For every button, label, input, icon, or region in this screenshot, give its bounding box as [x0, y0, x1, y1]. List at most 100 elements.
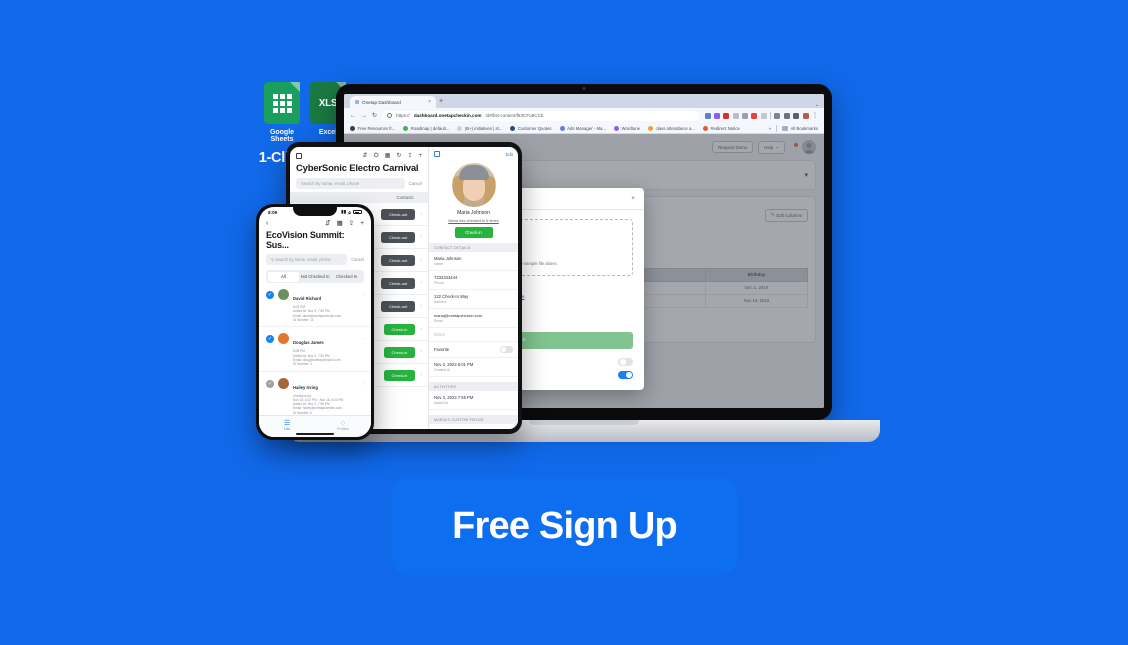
check-in-button[interactable]: Check-in [383, 346, 416, 358]
extension-icon[interactable] [774, 112, 781, 119]
extension-icon[interactable] [732, 112, 739, 119]
checkin-toggle-icon[interactable]: ✓ [266, 291, 274, 299]
bookmark-item[interactable]: Redirect Notice [703, 125, 740, 131]
share-icon[interactable]: ⇪ [349, 219, 354, 227]
add-icon[interactable]: + [360, 220, 364, 227]
edit-button[interactable]: Edit [506, 152, 513, 157]
check-in-button[interactable]: Check-in [383, 369, 416, 381]
bookmark-item[interactable]: class attendance a... [648, 125, 695, 131]
chevron-right-icon[interactable]: › [420, 211, 422, 217]
url-input[interactable]: https://dashboard.onetapcheckin.com/d#/l… [382, 110, 700, 121]
tablet-search-cancel[interactable]: Cancel [409, 181, 422, 186]
chevron-right-icon[interactable]: › [420, 326, 422, 332]
extension-icon[interactable] [760, 112, 767, 119]
favorite-toggle[interactable] [500, 346, 513, 353]
bookmarks-overflow-icon[interactable]: » [769, 126, 771, 131]
google-sheets-label: Google Sheets [269, 129, 295, 143]
search-input[interactable]: ⚲ Search by name, email, phone [266, 254, 348, 265]
forward-icon[interactable]: → [361, 113, 367, 119]
check-out-button[interactable]: Check-out [381, 300, 416, 312]
laptop-camera-notch [538, 84, 630, 93]
tablet-search-input[interactable]: Search by name, email, phone [296, 178, 405, 189]
downloads-icon[interactable] [783, 112, 790, 119]
phone-search-row: ⚲ Search by name, email, phone Cancel [259, 250, 371, 265]
field-phone[interactable]: 7232343444 Phone [429, 271, 518, 290]
extension-icon[interactable] [713, 112, 720, 119]
scan-icon[interactable]: ▦ [337, 219, 343, 227]
chevron-right-icon[interactable]: › [363, 381, 365, 386]
chevron-right-icon[interactable]: › [363, 336, 365, 341]
extension-icon[interactable] [742, 112, 749, 119]
chevron-right-icon[interactable]: › [420, 257, 422, 263]
phone-mockup: 8:09 ▮▮ ⍝ ‹ ⇵ ▦ ⇪ + EcoVision Summit: Su… [256, 204, 374, 440]
all-bookmarks-button[interactable]: All Bookmarks [782, 125, 818, 131]
chevron-right-icon[interactable]: › [420, 372, 422, 378]
detail-header: Edit [429, 147, 518, 161]
extension-icon[interactable] [751, 112, 758, 119]
avatar [278, 289, 289, 300]
qr-icon[interactable]: ▦ [385, 152, 391, 159]
chevron-right-icon[interactable]: › [420, 234, 422, 240]
check-out-button[interactable]: Check-out [381, 231, 416, 243]
add-icon[interactable]: + [418, 153, 422, 159]
new-tab-icon[interactable]: + [439, 96, 443, 108]
segment-not-checked-in[interactable]: Not Checked In [299, 272, 331, 282]
check-in-button[interactable]: Check-in [454, 227, 493, 238]
field-email[interactable]: mariaj@onetapcheckin.com Email [429, 309, 518, 328]
import-duplicates-toggle[interactable] [618, 371, 633, 379]
extension-icon[interactable] [723, 112, 730, 119]
bookmark-item[interactable]: Roadmap | default... [403, 125, 449, 131]
extension-icon[interactable] [704, 112, 711, 119]
chevron-right-icon[interactable]: › [420, 280, 422, 286]
field-notes[interactable]: Notes [429, 328, 518, 342]
close-icon[interactable]: × [631, 195, 635, 202]
bookmark-item[interactable]: Wordtune [614, 125, 640, 131]
chevron-right-icon[interactable]: › [420, 349, 422, 355]
back-icon[interactable]: ‹ [266, 220, 268, 227]
reload-icon[interactable]: ↻ [372, 112, 377, 119]
url-prefix: https:// [396, 113, 410, 118]
chevron-right-icon[interactable]: › [363, 292, 365, 297]
browser-menu-icon[interactable]: ⋮ [812, 112, 818, 119]
scan-icon[interactable]: ⏣ [374, 152, 379, 159]
chevron-right-icon[interactable]: › [420, 303, 422, 309]
clear-list-toggle[interactable] [618, 358, 633, 366]
folder-icon[interactable] [296, 152, 302, 159]
share-icon[interactable]: ⇪ [407, 152, 412, 159]
url-path: /d#/list-content/f63CFu5CCb [485, 113, 544, 118]
field-label: Name [434, 262, 444, 266]
refresh-icon[interactable]: ↻ [396, 152, 401, 159]
checkin-toggle-icon[interactable]: ✓ [266, 335, 274, 344]
free-sign-up-button[interactable]: Free Sign Up [392, 477, 737, 575]
sort-icon[interactable]: ⇵ [325, 219, 330, 227]
browser-tabstrip: Onetap Dashboard × + ⌄ [344, 94, 824, 108]
segment-checked-in[interactable]: Checked In [331, 272, 363, 282]
back-icon[interactable]: ← [350, 113, 356, 119]
check-out-button[interactable]: Check-out [381, 277, 416, 289]
check-in-button[interactable]: Check-in [383, 323, 416, 335]
close-icon[interactable]: × [428, 99, 431, 105]
window-menu-icon[interactable]: ⌄ [815, 102, 819, 108]
sidepanel-icon[interactable] [793, 112, 800, 119]
check-out-button[interactable]: Check-out [381, 254, 416, 266]
sort-icon[interactable]: ⇵ [362, 152, 367, 159]
bookmark-item[interactable]: (B+) initiatives | st... [457, 125, 502, 131]
profile-icon[interactable] [802, 112, 809, 119]
list-item[interactable]: ✓ Hailey Irving Checked out Nov 18, 8:22… [259, 372, 371, 421]
search-cancel[interactable]: Cancel [351, 257, 364, 262]
list-item[interactable]: ✓ David Richard 8:08 PM Added At: Nov 3,… [259, 283, 371, 328]
collapse-icon[interactable] [434, 151, 440, 157]
checkin-toggle-icon[interactable]: ✓ [266, 379, 274, 388]
field-name[interactable]: Maria Johnson Name [429, 252, 518, 271]
phone-event-title: EcoVision Summit: Sus... [266, 230, 345, 250]
segment-all[interactable]: All [267, 271, 300, 282]
profile-checkin-count[interactable]: Maria has checked-in 6 times [429, 218, 518, 223]
field-address[interactable]: 122 Check-In Way Address [429, 290, 518, 309]
bookmark-item[interactable]: Customer Quotes [510, 125, 552, 131]
check-out-button[interactable]: Check-out [381, 208, 416, 220]
bookmark-item[interactable]: Free Resources fr... [350, 125, 395, 131]
browser-tab[interactable]: Onetap Dashboard × [350, 96, 436, 108]
list-item[interactable]: ✓ Douglas James 8:08 PM Added At: Nov 3,… [259, 327, 371, 372]
site-info-icon[interactable] [387, 113, 393, 118]
bookmark-item[interactable]: Ads Manager - Ma... [559, 125, 606, 131]
